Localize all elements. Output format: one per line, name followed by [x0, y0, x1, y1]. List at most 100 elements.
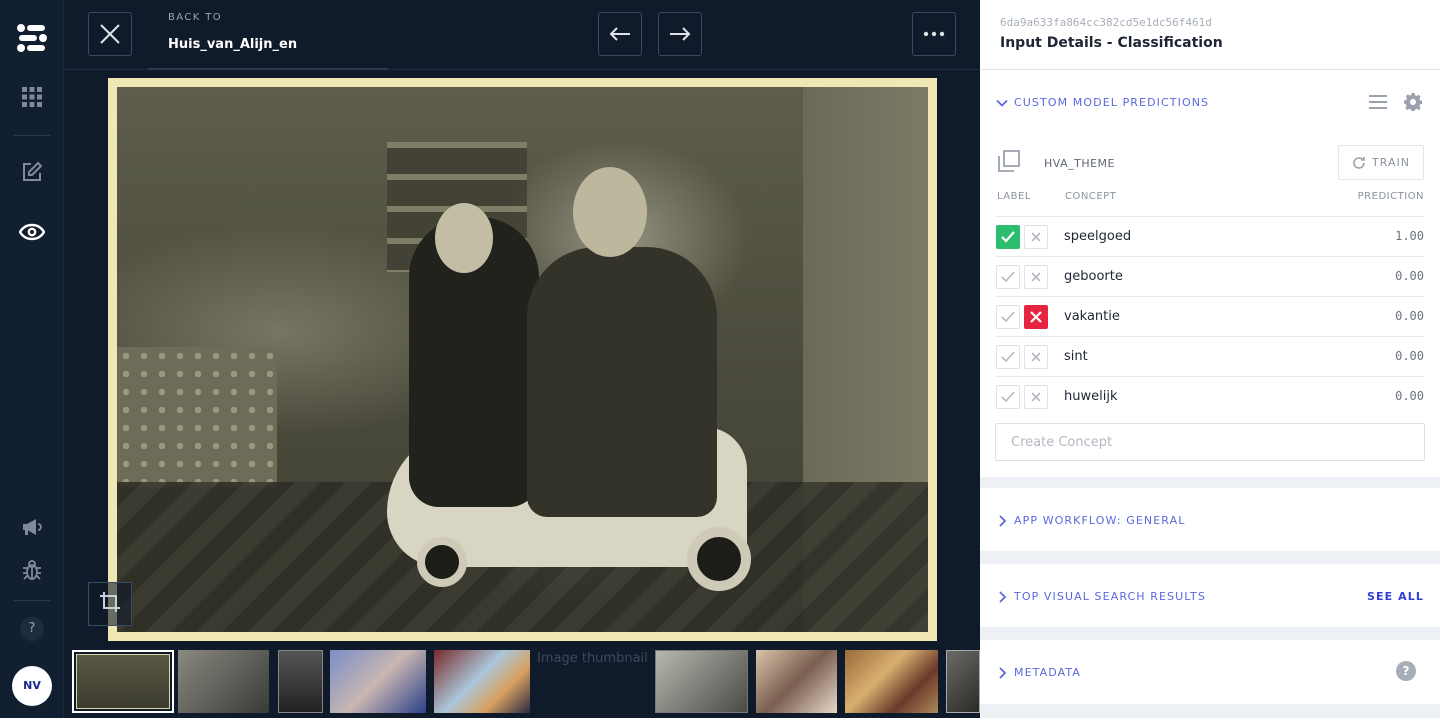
input-image[interactable]	[108, 78, 937, 641]
prediction-value: 0.00	[1395, 309, 1424, 323]
thumbnail[interactable]	[330, 650, 426, 713]
prediction-value: 0.00	[1395, 269, 1424, 283]
left-nav-rail: ? NV	[0, 0, 64, 718]
concept-name: vakantie	[1064, 309, 1120, 324]
list-view-icon[interactable]	[1369, 94, 1387, 114]
crop-tool-button[interactable]	[88, 582, 132, 626]
close-icon	[1031, 272, 1041, 282]
image-viewer	[64, 70, 980, 645]
visual-search-toggle[interactable]: TOP VISUAL SEARCH RESULTS	[996, 590, 1206, 603]
label-negative-checkbox[interactable]	[1024, 305, 1048, 329]
app-workflow-toggle[interactable]: APP WORKFLOW: GENERAL	[996, 514, 1185, 527]
custom-model-predictions-toggle[interactable]: CUSTOM MODEL PREDICTIONS	[996, 96, 1209, 109]
section-heading: TOP VISUAL SEARCH RESULTS	[1014, 590, 1206, 603]
label-negative-checkbox[interactable]	[1024, 385, 1048, 409]
check-icon	[1001, 351, 1015, 363]
thumbnail[interactable]	[756, 650, 837, 713]
close-icon	[1030, 311, 1042, 323]
previous-input-button[interactable]	[598, 12, 642, 56]
prediction-row: huwelijk 0.00	[996, 376, 1424, 416]
app-workflow-section: APP WORKFLOW: GENERAL	[980, 488, 1440, 551]
metadata-toggle[interactable]: METADATA	[996, 666, 1081, 679]
thumbnail-strip: Image thumbnail	[64, 645, 980, 718]
concept-name: speelgoed	[1064, 229, 1132, 244]
chevron-right-icon	[999, 666, 1007, 679]
create-concept-input[interactable]	[995, 423, 1425, 461]
label-negative-checkbox[interactable]	[1024, 345, 1048, 369]
column-header-label: LABEL	[997, 191, 1031, 202]
prediction-value: 0.00	[1395, 389, 1424, 403]
crop-icon	[99, 591, 121, 617]
panel-header: 6da9a633fa864cc382cd5e1dc56f461d Input D…	[980, 0, 1440, 70]
label-positive-checkbox[interactable]	[996, 305, 1020, 329]
label-negative-checkbox[interactable]	[1024, 265, 1048, 289]
prediction-row: speelgoed 1.00	[996, 216, 1424, 256]
prediction-row: sint 0.00	[996, 336, 1424, 376]
thumbnail[interactable]	[946, 650, 980, 713]
label-positive-checkbox[interactable]	[996, 265, 1020, 289]
thumbnail[interactable]	[845, 650, 938, 713]
section-heading: CUSTOM MODEL PREDICTIONS	[1014, 96, 1210, 109]
input-id: 6da9a633fa864cc382cd5e1dc56f461d	[1000, 16, 1212, 29]
user-avatar[interactable]: NV	[12, 666, 52, 706]
model-name: HVA_THEME	[1044, 157, 1115, 170]
megaphone-icon[interactable]	[16, 511, 48, 543]
thumbnail[interactable]	[278, 650, 323, 713]
column-header-concept: CONCEPT	[1065, 191, 1117, 202]
check-icon	[1001, 231, 1015, 243]
train-button[interactable]: TRAIN	[1338, 145, 1424, 180]
concept-name: geboorte	[1064, 269, 1123, 284]
column-header-prediction: PREDICTION	[1357, 191, 1424, 202]
section-heading: METADATA	[1014, 666, 1081, 679]
metadata-section: METADATA ?	[980, 640, 1440, 704]
check-icon	[1001, 391, 1015, 403]
concept-name: huwelijk	[1064, 389, 1118, 404]
label-positive-checkbox[interactable]	[996, 345, 1020, 369]
edit-icon[interactable]	[16, 156, 48, 188]
check-icon	[1001, 271, 1015, 283]
clarifai-logo-icon[interactable]	[16, 22, 48, 54]
metadata-help-icon[interactable]: ?	[1396, 661, 1416, 681]
close-icon	[1031, 232, 1041, 242]
label-positive-checkbox[interactable]	[996, 385, 1020, 409]
apps-grid-icon[interactable]	[16, 81, 48, 113]
more-options-button[interactable]	[912, 12, 956, 56]
gear-icon[interactable]	[1404, 93, 1423, 115]
rail-divider	[14, 135, 50, 136]
visual-search-section: TOP VISUAL SEARCH RESULTS SEE ALL	[980, 564, 1440, 627]
thumbnail-selected[interactable]	[72, 650, 174, 713]
close-icon	[1031, 352, 1041, 362]
thumbnail[interactable]	[655, 650, 748, 713]
prediction-row: geboorte 0.00	[996, 256, 1424, 296]
check-icon	[1001, 311, 1015, 323]
prediction-value: 1.00	[1395, 229, 1424, 243]
section-heading: APP WORKFLOW: GENERAL	[1014, 514, 1186, 527]
viewer-top-bar: BACK TO Huis_van_Alijn_en	[64, 0, 980, 70]
thumbnail[interactable]	[434, 650, 530, 713]
close-button[interactable]	[88, 12, 132, 56]
train-label: TRAIN	[1372, 156, 1410, 169]
help-button[interactable]: ?	[20, 617, 44, 641]
rail-divider-bottom	[14, 600, 50, 601]
chevron-right-icon	[999, 514, 1007, 527]
label-negative-checkbox[interactable]	[1024, 225, 1048, 249]
copy-icon[interactable]	[998, 150, 1020, 176]
refresh-icon	[1353, 156, 1365, 169]
vintage-photo-children-on-scooter	[117, 87, 928, 632]
thumbnail-alt-text[interactable]: Image thumbnail	[537, 651, 648, 666]
prediction-value: 0.00	[1395, 349, 1424, 363]
label-positive-checkbox[interactable]	[996, 225, 1020, 249]
back-to-label: BACK TO	[168, 12, 223, 23]
concept-name: sint	[1064, 349, 1088, 364]
panel-title: Input Details - Classification	[1000, 35, 1223, 51]
see-all-link[interactable]: SEE ALL	[1367, 590, 1424, 603]
close-icon	[1031, 392, 1041, 402]
eye-icon[interactable]	[16, 216, 48, 248]
prediction-row: vakantie 0.00	[996, 296, 1424, 336]
bug-icon[interactable]	[16, 554, 48, 586]
chevron-down-icon	[996, 99, 1008, 107]
chevron-right-icon	[999, 590, 1007, 603]
thumbnail[interactable]	[178, 650, 269, 713]
next-input-button[interactable]	[658, 12, 702, 56]
back-to-app-link[interactable]: Huis_van_Alijn_en	[168, 37, 297, 52]
